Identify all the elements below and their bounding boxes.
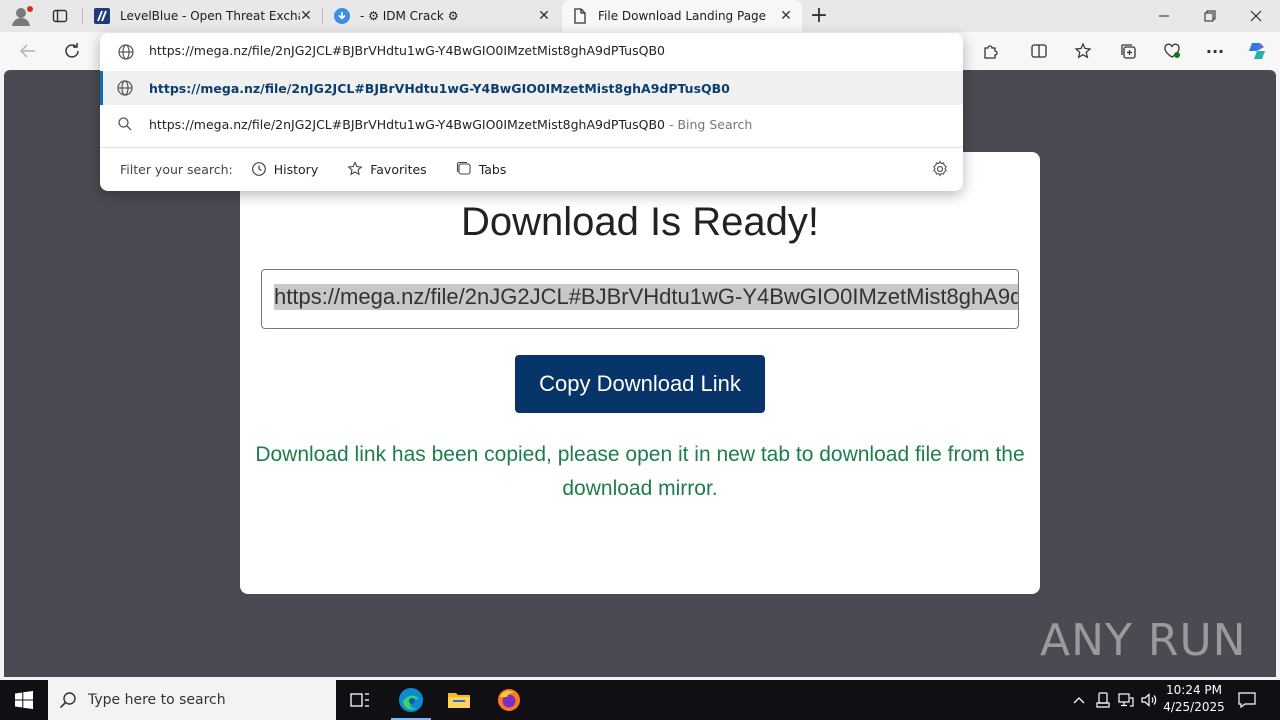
- start-button[interactable]: [0, 680, 48, 720]
- search-icon: [116, 115, 134, 133]
- edge-app-icon[interactable]: [387, 680, 435, 720]
- task-view-icon[interactable]: [336, 680, 384, 720]
- address-bar-dropdown: https://mega.nz/file/2nJG2JCL#BJBrVHdtu1…: [100, 33, 963, 191]
- tab-levelblue[interactable]: LevelBlue - Open Threat Exchang ✕: [84, 0, 322, 32]
- history-icon: [251, 162, 266, 176]
- collections-icon[interactable]: [1117, 40, 1139, 62]
- tab-title: - ⚙ IDM Crack ⚙: [360, 9, 459, 23]
- filter-favorites[interactable]: Favorites: [347, 161, 427, 177]
- copy-download-link-button[interactable]: Copy Download Link: [515, 355, 765, 413]
- taskbar-search-placeholder: Type here to search: [88, 692, 226, 708]
- new-tab-button[interactable]: +: [808, 2, 830, 30]
- tab-file-download[interactable]: File Download Landing Page ✕: [562, 0, 802, 32]
- device-icon[interactable]: [1094, 690, 1112, 710]
- more-menu-icon[interactable]: ···: [1204, 40, 1226, 62]
- restore-button[interactable]: [1187, 0, 1233, 32]
- windows-taskbar: Type here to search 10:24 PM 4/25/2025: [0, 680, 1280, 720]
- page-title: Download Is Ready!: [461, 200, 819, 244]
- tab-title: LevelBlue - Open Threat Exchang: [120, 9, 300, 23]
- suggestion-search[interactable]: https://mega.nz/file/2nJG2JCL#BJBrVHdtu1…: [100, 107, 963, 141]
- page-icon: [572, 8, 588, 24]
- tab-title: File Download Landing Page: [598, 9, 767, 23]
- notifications-icon[interactable]: [1238, 690, 1256, 710]
- copied-message: Download link has been copied, please op…: [255, 443, 1025, 500]
- file-explorer-icon[interactable]: [435, 680, 483, 720]
- suggestion-url[interactable]: https://mega.nz/file/2nJG2JCL#BJBrVHdtu1…: [100, 71, 963, 105]
- star-icon: [347, 161, 363, 176]
- suggestion-text: https://mega.nz/file/2nJG2JCL#BJBrVHdtu1…: [149, 116, 665, 132]
- extensions-icon[interactable]: [980, 40, 1002, 62]
- download-badge-icon: [334, 8, 350, 24]
- volume-icon[interactable]: [1141, 690, 1159, 710]
- tab-strip: LevelBlue - Open Threat Exchang ✕ - ⚙ ID…: [0, 0, 1280, 32]
- tabs-icon: [456, 161, 471, 175]
- globe-icon: [116, 79, 134, 97]
- filter-label: Filter your search:: [120, 161, 233, 177]
- tab-actions-icon[interactable]: [52, 8, 68, 24]
- taskbar-clock[interactable]: 10:24 PM 4/25/2025: [1160, 682, 1228, 716]
- chevron-up-icon[interactable]: [1070, 690, 1088, 710]
- clock-date: 4/25/2025: [1163, 700, 1225, 714]
- split-screen-icon[interactable]: [1028, 40, 1050, 62]
- tab-idm[interactable]: - ⚙ IDM Crack ⚙ ✕: [324, 0, 560, 32]
- refresh-icon[interactable]: [61, 40, 83, 62]
- address-input[interactable]: https://mega.nz/file/2nJG2JCL#BJBrVHdtu1…: [149, 43, 665, 58]
- search-filter-bar: Filter your search: History Favorites Ta…: [120, 159, 506, 179]
- browser-essentials-icon[interactable]: [1161, 40, 1183, 62]
- download-card: Download Is Ready! https://mega.nz/file/…: [240, 152, 1040, 594]
- firefox-icon[interactable]: [485, 680, 533, 720]
- search-icon: [48, 691, 88, 709]
- bing-search-suffix: - Bing Search: [665, 116, 753, 132]
- copilot-icon[interactable]: [1246, 40, 1268, 62]
- download-link-text[interactable]: https://mega.nz/file/2nJG2JCL#BJBrVHdtu1…: [274, 284, 1018, 310]
- filter-tabs[interactable]: Tabs: [456, 161, 506, 177]
- close-tab-icon[interactable]: ✕: [298, 8, 314, 24]
- close-tab-icon[interactable]: ✕: [778, 8, 794, 24]
- site-globe-icon: [117, 43, 135, 61]
- network-icon[interactable]: [1117, 690, 1135, 710]
- taskbar-search[interactable]: Type here to search: [48, 680, 336, 720]
- close-window-button[interactable]: [1233, 0, 1279, 32]
- anyrun-watermark: ANY RUN: [1040, 608, 1247, 672]
- download-link-field[interactable]: https://mega.nz/file/2nJG2JCL#BJBrVHdtu1…: [261, 269, 1019, 329]
- levelblue-icon: [94, 8, 110, 24]
- filter-history[interactable]: History: [251, 161, 318, 177]
- profile-icon[interactable]: [10, 5, 34, 27]
- suggestion-text: https://mega.nz/file/2nJG2JCL#BJBrVHdtu1…: [149, 80, 730, 96]
- clock-time: 10:24 PM: [1166, 683, 1222, 697]
- gear-icon[interactable]: [931, 160, 949, 178]
- watermark-text: ANY RUN: [1040, 614, 1247, 666]
- favorites-star-icon[interactable]: [1072, 40, 1094, 62]
- close-tab-icon[interactable]: ✕: [536, 8, 552, 24]
- back-icon[interactable]: [17, 40, 39, 62]
- minimize-button[interactable]: [1141, 0, 1187, 32]
- windows-logo-icon: [15, 691, 33, 709]
